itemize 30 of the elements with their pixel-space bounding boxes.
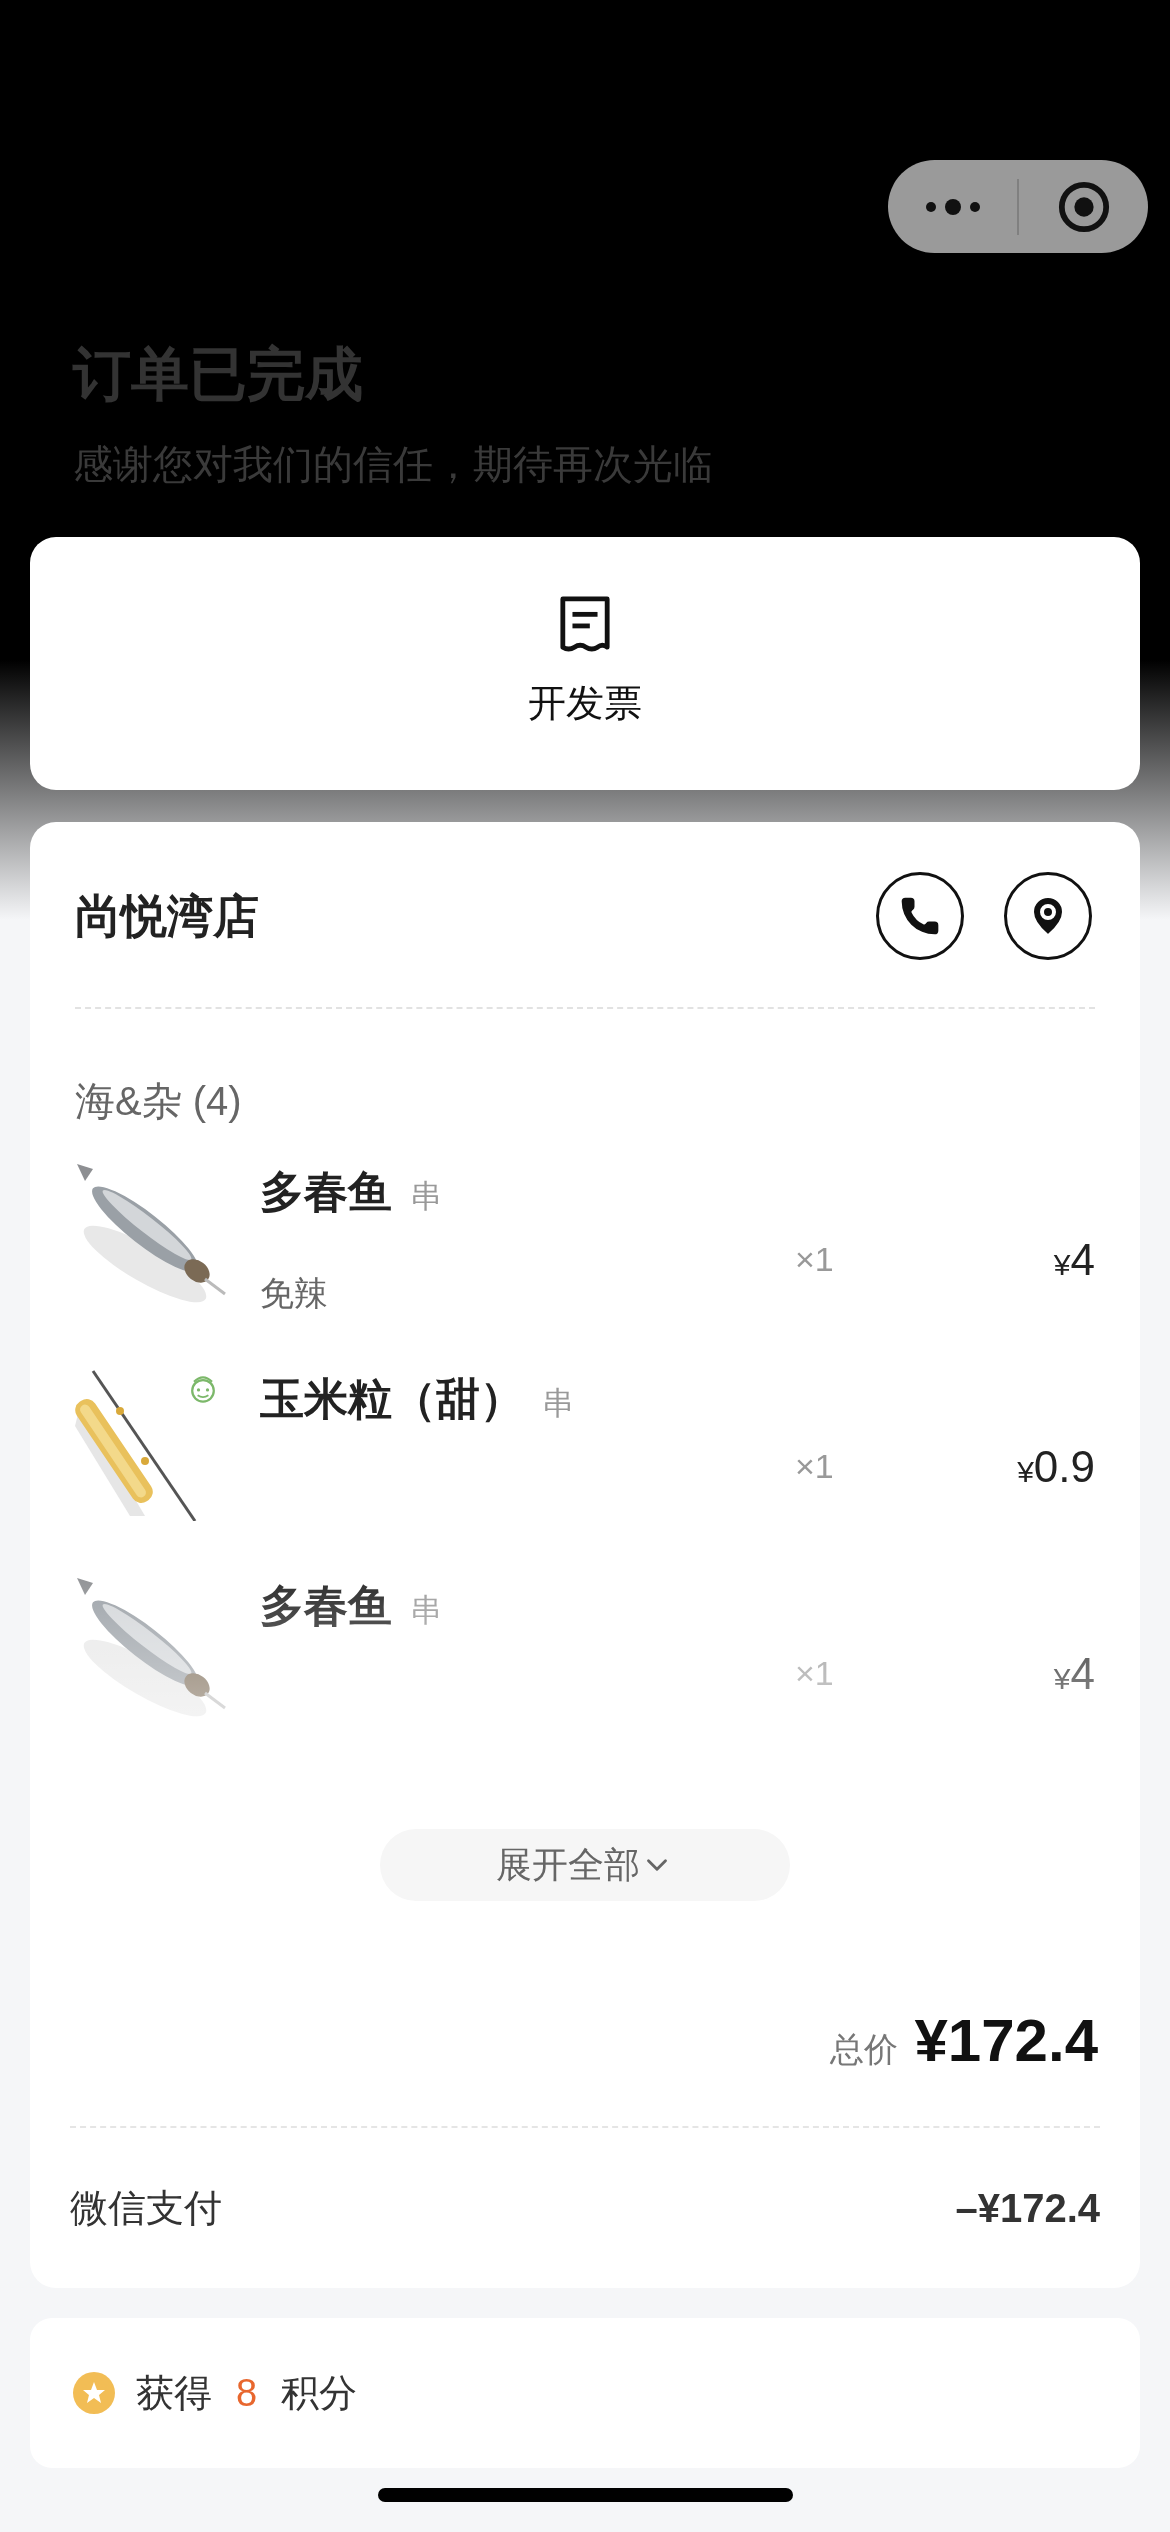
target-icon[interactable] bbox=[1056, 179, 1111, 234]
store-name: 尚悦湾店 bbox=[75, 888, 260, 944]
item-quantity: ×1 bbox=[795, 1240, 834, 1278]
invoice-button[interactable]: 开发票 bbox=[528, 675, 642, 732]
points-label: 获得 bbox=[136, 2370, 212, 2416]
item-unit: 串 bbox=[410, 1177, 442, 1216]
item-unit: 串 bbox=[410, 1591, 442, 1630]
total-label: 总价 bbox=[830, 2029, 899, 2070]
item-name: 多春鱼 bbox=[260, 1166, 392, 1218]
points-value: 8 bbox=[236, 2370, 258, 2416]
location-button[interactable] bbox=[1004, 872, 1092, 960]
item-name: 玉米粒（甜） bbox=[260, 1373, 524, 1425]
payment-method: 微信支付 bbox=[70, 2185, 222, 2231]
item-price: ¥4 bbox=[1053, 1648, 1095, 1700]
item-name: 多春鱼 bbox=[260, 1580, 392, 1632]
total-amount: ¥172.4 bbox=[914, 2006, 1098, 2076]
category-title: 海&杂 (4) bbox=[75, 1078, 242, 1125]
expand-all-button[interactable]: 展开全部 bbox=[380, 1829, 790, 1901]
page-subtitle: 感谢您对我们的信任，期待再次光临 bbox=[73, 441, 713, 488]
star-coin-icon bbox=[72, 2371, 116, 2415]
payment-amount: –¥172.4 bbox=[955, 2185, 1100, 2232]
phone-button[interactable] bbox=[876, 872, 964, 960]
receipt-icon[interactable] bbox=[558, 595, 612, 653]
item-price: ¥4 bbox=[1053, 1234, 1095, 1286]
item-quantity: ×1 bbox=[795, 1654, 834, 1692]
item-unit: 串 bbox=[542, 1384, 574, 1423]
item-note: 免辣 bbox=[260, 1273, 328, 1314]
points-unit: 积分 bbox=[281, 2370, 358, 2416]
item-quantity: ×1 bbox=[795, 1447, 834, 1485]
item-price: ¥0.9 bbox=[1017, 1441, 1095, 1493]
